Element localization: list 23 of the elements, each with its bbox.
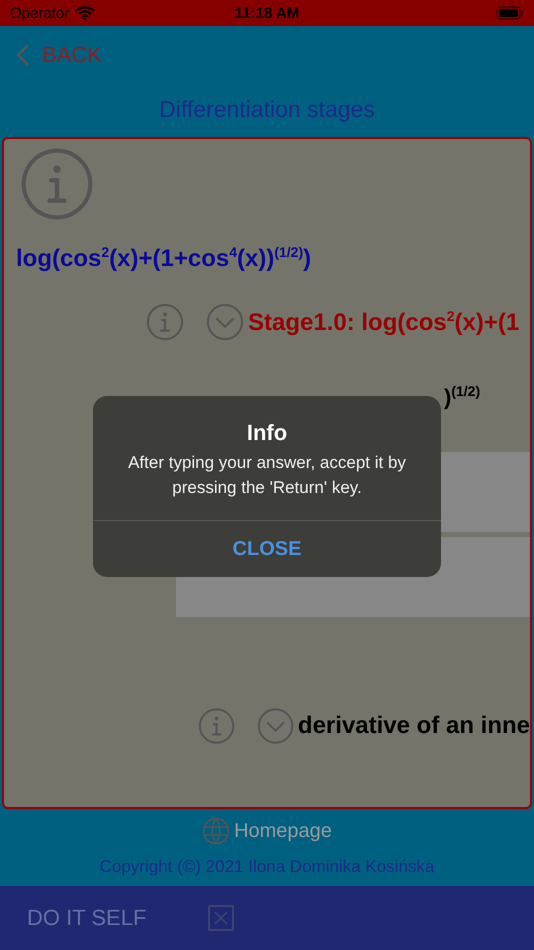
info-icon[interactable] [198, 707, 236, 746]
globe-icon [202, 817, 230, 845]
main-formula: log(cos$^{2}$(x)+(1+cos$^{4}$(x))$^{(1/2)}$) [16, 244, 312, 273]
status-time: 11:18 AM [234, 4, 300, 22]
back-button[interactable]: BACK [16, 42, 102, 68]
battery-icon [496, 6, 524, 20]
formula-fragment: )$^{(1/2)}$ [444, 383, 480, 410]
do-it-self-label: DO IT SELF [27, 905, 146, 931]
alert-message: After typing your answer, accept it by pressing the 'Return' key. [127, 452, 407, 499]
chevron-down-icon[interactable] [206, 303, 244, 341]
chevron-down-icon[interactable] [256, 707, 294, 746]
stage-hint: derivative of an inne [298, 712, 530, 740]
wifi-icon [75, 6, 96, 20]
info-icon[interactable] [146, 303, 184, 341]
info-icon[interactable] [20, 147, 94, 221]
alert-title: Info [246, 420, 288, 446]
chevron-left-icon [16, 44, 30, 66]
checkbox[interactable] [208, 905, 234, 931]
cross-icon [213, 910, 230, 926]
carrier-label: Operator [10, 4, 70, 22]
close-button[interactable]: CLOSE [93, 520, 441, 577]
homepage-link[interactable]: Homepage [202, 817, 332, 845]
stage-formula: Stage1.0: log(cos$^{2}$(x)+(1 [248, 308, 520, 336]
